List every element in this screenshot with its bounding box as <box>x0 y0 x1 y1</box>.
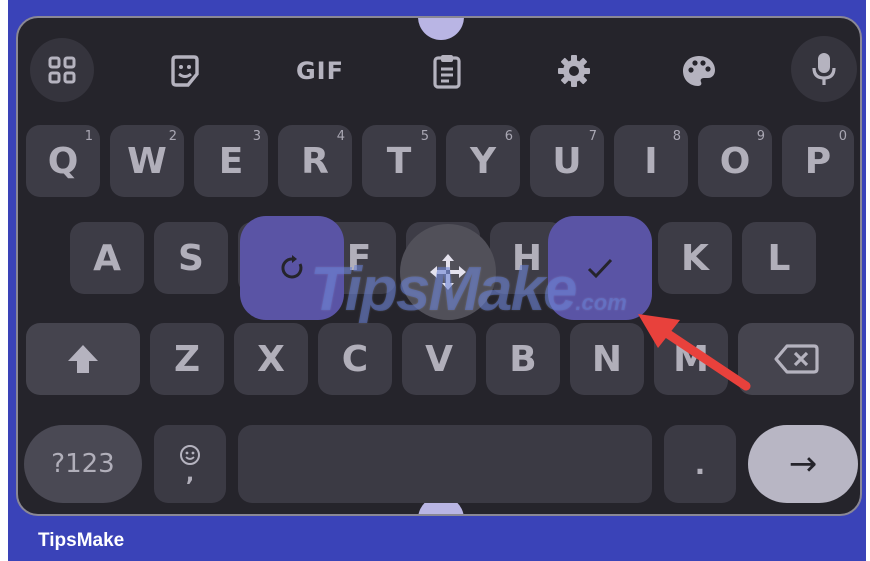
comma-label: , <box>185 462 195 487</box>
key-v[interactable]: V <box>402 323 476 395</box>
key-p[interactable]: P0 <box>782 125 854 197</box>
key-t[interactable]: T5 <box>362 125 436 197</box>
key-hint: 2 <box>168 129 177 144</box>
enter-arrow-label: → <box>788 444 818 484</box>
key-hint: 9 <box>756 129 765 144</box>
key-label: A <box>93 237 121 279</box>
watermark-suffix: .com <box>575 290 627 315</box>
period-label: . <box>694 447 706 481</box>
settings-gear-icon[interactable] <box>543 40 605 102</box>
watermark: TipsMake.com <box>310 254 627 325</box>
emoji-comma-key[interactable]: , <box>154 425 226 503</box>
key-e[interactable]: E3 <box>194 125 268 197</box>
key-a[interactable]: A <box>70 222 144 294</box>
gif-button[interactable]: GIF <box>282 40 358 102</box>
symbols-label: ?123 <box>51 449 115 479</box>
key-label: V <box>425 338 453 380</box>
key-w[interactable]: W2 <box>110 125 184 197</box>
top-resize-handle[interactable] <box>418 18 464 40</box>
key-label: S <box>178 237 204 279</box>
footer-brand: TipsMake <box>38 530 125 551</box>
key-label: T <box>386 140 412 182</box>
key-r[interactable]: R4 <box>278 125 352 197</box>
microphone-icon[interactable] <box>791 36 857 102</box>
sticker-icon[interactable] <box>154 40 216 102</box>
key-label: R <box>301 140 329 182</box>
key-label: L <box>767 237 791 279</box>
key-c[interactable]: C <box>318 323 392 395</box>
key-q[interactable]: Q1 <box>26 125 100 197</box>
theme-palette-icon[interactable] <box>668 40 730 102</box>
apps-grid-icon[interactable] <box>30 38 94 102</box>
gif-label: GIF <box>295 57 345 85</box>
key-label: W <box>127 140 167 182</box>
key-label: E <box>218 140 244 182</box>
key-label: O <box>719 140 751 182</box>
reset-icon <box>281 255 303 279</box>
period-key[interactable]: . <box>664 425 736 503</box>
key-hint: 5 <box>420 129 429 144</box>
key-s[interactable]: S <box>154 222 228 294</box>
backspace-icon <box>774 344 819 374</box>
key-l[interactable]: L <box>742 222 816 294</box>
key-hint: 8 <box>672 129 681 144</box>
annotation-arrow <box>638 314 751 391</box>
key-label: B <box>509 338 537 380</box>
key-label: Z <box>173 338 201 380</box>
key-hint: 4 <box>336 129 345 144</box>
symbols-key[interactable]: ?123 <box>24 425 142 503</box>
key-u[interactable]: U7 <box>530 125 604 197</box>
key-hint: 1 <box>84 129 93 144</box>
shift-key[interactable] <box>26 323 140 395</box>
key-label: Q <box>47 140 79 182</box>
key-label: Y <box>469 140 497 182</box>
key-label: X <box>257 338 285 380</box>
key-label: P <box>804 140 832 182</box>
watermark-text: TipsMake <box>310 255 577 324</box>
key-hint: 0 <box>838 129 847 144</box>
key-label: U <box>552 140 582 182</box>
enter-key[interactable]: → <box>748 425 858 503</box>
key-label: C <box>341 338 369 380</box>
space-bar[interactable] <box>238 425 652 503</box>
key-hint: 3 <box>252 129 261 144</box>
key-label: K <box>681 237 709 279</box>
key-hint: 7 <box>588 129 597 144</box>
clipboard-icon[interactable] <box>416 40 478 102</box>
key-b[interactable]: B <box>486 323 560 395</box>
footer-bar: TipsMake <box>8 516 866 561</box>
key-label: N <box>591 338 623 380</box>
keyboard-resize-panel: GIF Q 1 W 2 E 3 R 4 T 5 Y 6 U 7 I 8 O 9 … <box>16 16 862 516</box>
key-hint: 6 <box>504 129 513 144</box>
key-y[interactable]: Y6 <box>446 125 520 197</box>
key-z[interactable]: Z <box>150 323 224 395</box>
key-o[interactable]: O9 <box>698 125 772 197</box>
shift-arrow-icon <box>68 345 98 373</box>
key-k[interactable]: K <box>658 222 732 294</box>
key-i[interactable]: I8 <box>614 125 688 197</box>
key-label: I <box>644 140 658 182</box>
key-x[interactable]: X <box>234 323 308 395</box>
